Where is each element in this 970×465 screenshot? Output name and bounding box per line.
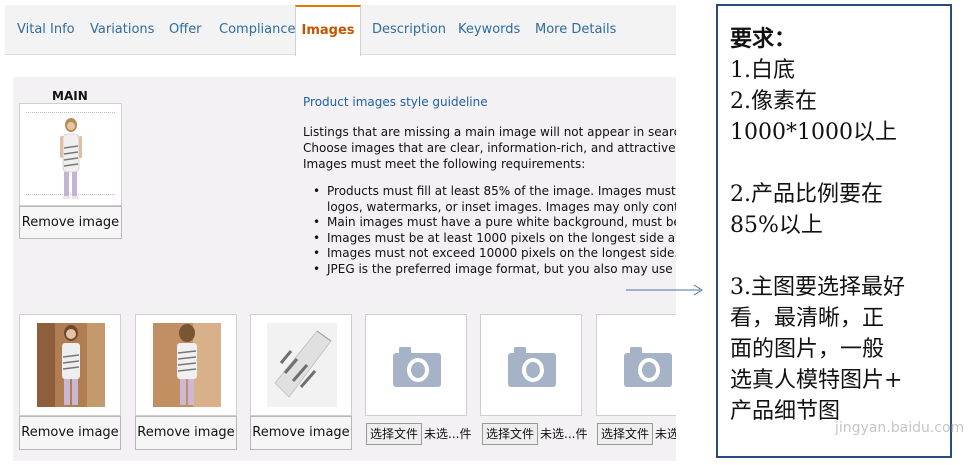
tab-variations[interactable]: Variations bbox=[90, 5, 154, 55]
bullet-item: • Images must be at least 1000 pixels on … bbox=[313, 230, 676, 245]
tab-keywords[interactable]: Keywords bbox=[458, 5, 520, 55]
requirement-line: 看，最清晰，正 bbox=[730, 306, 885, 331]
main-image-label: MAIN bbox=[52, 89, 88, 103]
remove-main-image-button[interactable]: Remove image bbox=[19, 206, 122, 239]
guideline-intro-line: Images must meet the following requireme… bbox=[303, 157, 586, 171]
main-image-slot[interactable] bbox=[19, 103, 122, 206]
no-file-chosen-label: 未选...件 bbox=[424, 427, 472, 441]
camera-icon bbox=[508, 347, 556, 387]
requirement-line: 1000*1000以上 bbox=[730, 120, 897, 145]
image-slot-2[interactable] bbox=[135, 314, 237, 416]
requirement-line: 选真人模特图片+ bbox=[730, 368, 903, 393]
style-guideline-link[interactable]: Product images style guideline bbox=[303, 95, 488, 109]
tab-more-details[interactable]: More Details bbox=[535, 5, 616, 55]
requirement-line: 2.产品比例要在 bbox=[730, 182, 883, 207]
listing-editor-screen: Vital Info Variations Offer Compliance I… bbox=[5, 5, 676, 461]
requirement-line: 85%以上 bbox=[730, 213, 823, 238]
no-file-chosen-label: 未选 bbox=[655, 427, 676, 441]
requirement-spacer bbox=[730, 241, 942, 272]
requirement-line: 2.像素在 bbox=[730, 89, 817, 114]
bullet-item: • Products must fill at least 85% of the … bbox=[313, 184, 676, 198]
main-product-photo bbox=[60, 118, 82, 199]
requirement-spacer bbox=[730, 148, 942, 179]
tab-vital-info[interactable]: Vital Info bbox=[17, 5, 75, 55]
requirement-line: 1.白底 bbox=[730, 58, 795, 83]
image-slot-1[interactable] bbox=[19, 314, 121, 416]
tab-offer[interactable]: Offer bbox=[169, 5, 202, 55]
requirement-line: 3.主图要选择最好 bbox=[730, 275, 905, 300]
choose-file-button-5[interactable]: 选择文件 bbox=[482, 423, 539, 445]
remove-image-3-button[interactable]: Remove image bbox=[250, 416, 352, 450]
tab-images[interactable]: Images bbox=[295, 5, 361, 56]
guideline-intro-line: Choose images that are clear, informatio… bbox=[303, 141, 676, 155]
tab-bar: Vital Info Variations Offer Compliance I… bbox=[5, 5, 676, 56]
product-photo-front bbox=[37, 323, 105, 407]
product-photo-detail bbox=[267, 323, 337, 407]
camera-icon bbox=[624, 347, 672, 387]
requirements-annotation: 要求： 1.白底 2.像素在 1000*1000以上 2.产品比例要在 85%以… bbox=[716, 4, 952, 458]
guideline-intro: Listings that are missing a main image w… bbox=[303, 124, 676, 172]
bullet-item-continued: logos, watermarks, or inset images. Imag… bbox=[327, 199, 676, 214]
requirement-line: 面的图片，一般 bbox=[730, 337, 885, 362]
tab-description[interactable]: Description bbox=[372, 5, 446, 55]
requirements-bullet-list: • Products must fill at least 85% of the … bbox=[313, 184, 676, 277]
bullet-item: • JPEG is the preferred image format, but… bbox=[313, 261, 676, 276]
remove-image-2-button[interactable]: Remove image bbox=[135, 416, 237, 450]
bullet-item: • Images must not exceed 10000 pixels on … bbox=[313, 246, 676, 260]
tab-compliance[interactable]: Compliance bbox=[219, 5, 296, 55]
empty-image-slot-6[interactable] bbox=[596, 314, 676, 416]
bullet-item: • Main images must have a pure white back… bbox=[313, 215, 676, 229]
empty-image-slot-5[interactable] bbox=[480, 314, 582, 416]
remove-image-1-button[interactable]: Remove image bbox=[19, 416, 121, 450]
product-photo-back bbox=[153, 323, 221, 407]
watermark: jingyan.baidu.com bbox=[835, 420, 965, 436]
guideline-intro-line: Listings that are missing a main image w… bbox=[303, 125, 676, 139]
image-slot-3[interactable] bbox=[250, 314, 352, 416]
camera-icon bbox=[393, 347, 441, 387]
no-file-chosen-label: 未选...件 bbox=[540, 427, 588, 441]
empty-image-slot-4[interactable] bbox=[365, 314, 467, 416]
choose-file-button-4[interactable]: 选择文件 bbox=[366, 423, 423, 445]
annotation-arrow-icon bbox=[626, 284, 703, 296]
requirements-title: 要求： bbox=[730, 26, 797, 52]
choose-file-button-6[interactable]: 选择文件 bbox=[597, 423, 654, 445]
